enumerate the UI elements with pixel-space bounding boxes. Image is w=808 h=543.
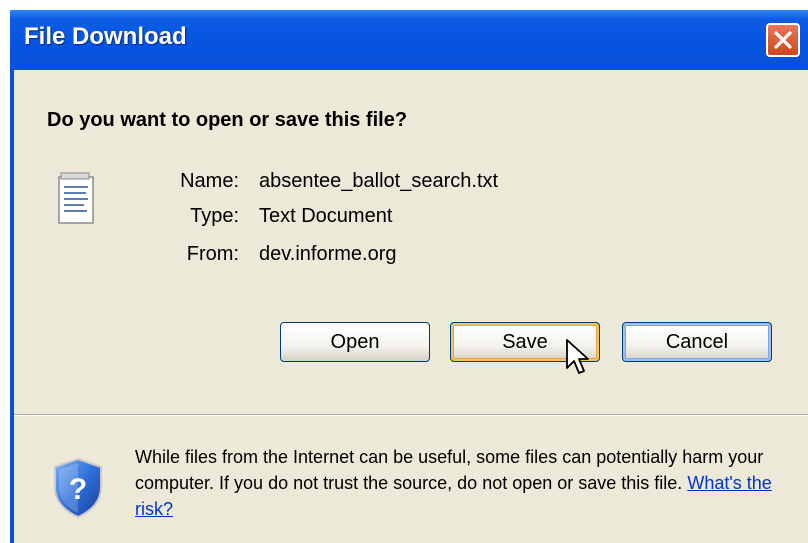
file-download-dialog: File Download Do you want to open or sav… <box>10 10 808 543</box>
dialog-body: Do you want to open or save this file? N… <box>14 70 808 543</box>
warning-text: While files from the Internet can be use… <box>135 447 764 493</box>
from-value: dev.informe.org <box>259 243 397 265</box>
svg-text:?: ? <box>69 473 87 506</box>
separator <box>14 414 808 416</box>
name-value: absentee_ballot_search.txt <box>259 170 499 192</box>
name-label: Name: <box>180 170 239 192</box>
security-warning: While files from the Internet can be use… <box>135 444 795 522</box>
close-button[interactable] <box>766 23 800 57</box>
type-label: Type: <box>190 205 239 227</box>
window-title: File Download <box>24 23 187 50</box>
mouse-pointer-icon <box>566 339 589 374</box>
type-value: Text Document <box>259 205 393 227</box>
security-shield-question-icon: ? <box>54 457 102 519</box>
close-icon <box>774 31 792 49</box>
dialog-question: Do you want to open or save this file? <box>47 109 408 131</box>
from-label: From: <box>186 243 239 265</box>
title-bar[interactable]: File Download <box>10 10 808 70</box>
cancel-button[interactable]: Cancel <box>622 322 772 362</box>
open-button[interactable]: Open <box>280 322 430 362</box>
